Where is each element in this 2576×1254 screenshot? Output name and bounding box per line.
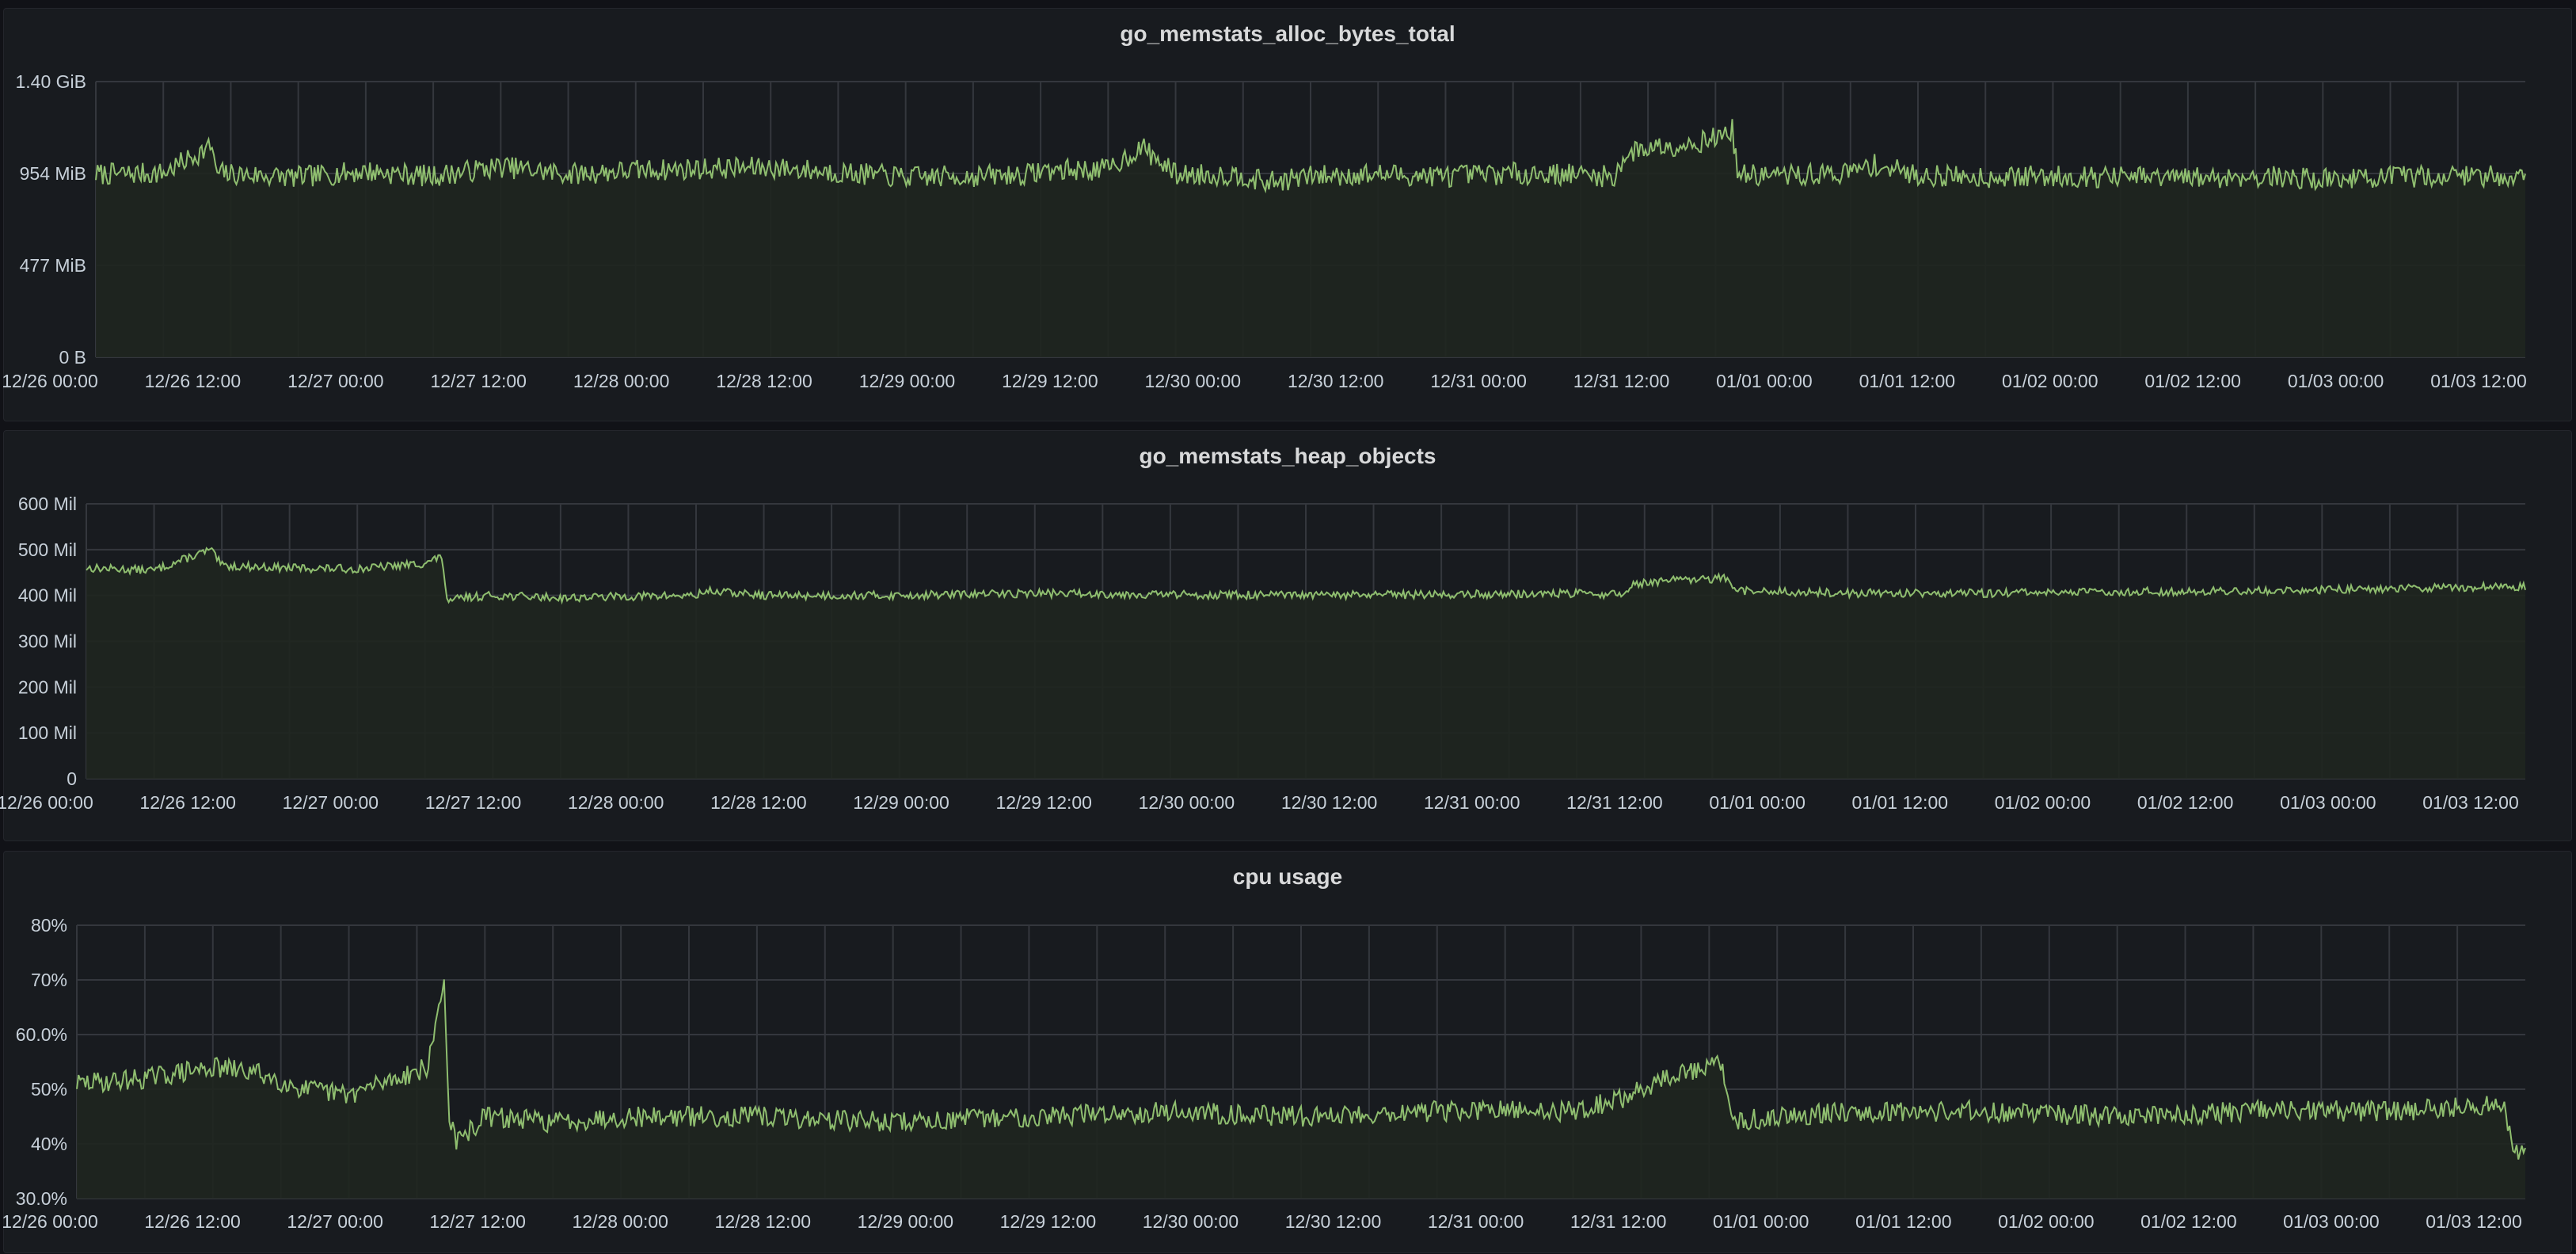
x-tick-label: 12/29 00:00 [858, 1211, 954, 1232]
x-tick-label: 12/30 00:00 [1139, 792, 1235, 813]
y-tick-label: 70% [31, 970, 67, 990]
x-tick-label: 01/03 12:00 [2422, 792, 2519, 813]
x-tick-label: 12/27 12:00 [425, 792, 522, 813]
x-tick-label: 12/30 12:00 [1285, 1211, 1382, 1232]
x-tick-label: 12/26 12:00 [144, 1211, 241, 1232]
x-tick-label: 12/26 00:00 [2, 1211, 98, 1232]
x-tick-label: 01/03 00:00 [2283, 1211, 2380, 1232]
x-tick-label: 01/01 00:00 [1716, 371, 1813, 391]
y-tick-label: 50% [31, 1079, 67, 1100]
y-tick-label: 1.40 GiB [16, 71, 87, 92]
x-tick-label: 01/02 12:00 [2137, 792, 2234, 813]
y-tick-label: 600 Mil [18, 494, 77, 514]
heap-objects-panel: go_memstats_heap_objects 0 100 Mil 200 Mil… [0, 430, 2572, 841]
x-tick-label: 12/31 00:00 [1428, 1211, 1524, 1232]
x-tick-label: 12/31 00:00 [1424, 792, 1520, 813]
x-tick-label: 12/27 00:00 [287, 1211, 383, 1232]
cpu-usage-chart: 30.0% 40% 50% 60.0% 70% 80% 12/26 00:00 12/26 1… [2, 915, 2526, 1232]
x-tick-label: 12/31 12:00 [1570, 1211, 1667, 1232]
y-tick-label: 0 [67, 768, 77, 789]
x-tick-label: 12/26 00:00 [0, 792, 93, 813]
x-tick-label: 12/27 12:00 [430, 371, 527, 391]
x-tick-label: 12/26 12:00 [139, 792, 236, 813]
x-tick-label: 01/02 00:00 [1995, 792, 2091, 813]
y-tick-label: 954 MiB [20, 163, 86, 184]
x-tick-label: 12/28 12:00 [716, 371, 812, 391]
x-tick-label: 12/28 00:00 [568, 792, 664, 813]
y-tick-label: 477 MiB [20, 255, 86, 276]
heap-objects-chart: 0 100 Mil 200 Mil 300 Mil 400 Mil 500 Mil 600 … [0, 494, 2526, 813]
x-tick-label: 12/30 00:00 [1145, 371, 1242, 391]
x-tick-label: 12/29 00:00 [859, 371, 956, 391]
y-tick-label: 100 Mil [18, 722, 77, 743]
x-tick-label: 12/28 00:00 [572, 1211, 668, 1232]
x-tick-label: 01/01 12:00 [1855, 1211, 1952, 1232]
x-tick-label: 12/27 00:00 [287, 371, 384, 391]
x-tick-label: 01/03 00:00 [2288, 371, 2384, 391]
x-tick-label: 12/31 00:00 [1430, 371, 1527, 391]
x-tick-label: 01/03 00:00 [2280, 792, 2376, 813]
y-tick-label: 200 Mil [18, 677, 77, 697]
y-tick-label: 60.0% [16, 1024, 67, 1045]
y-tick-label: 80% [31, 915, 67, 936]
x-tick-label: 01/03 12:00 [2430, 371, 2527, 391]
alloc-bytes-chart: 0 B 477 MiB 954 MiB 1.40 GiB 12/26 00:00 12/2… [2, 71, 2527, 391]
y-tick-label: 400 Mil [18, 585, 77, 606]
x-tick-label: 12/28 12:00 [715, 1211, 812, 1232]
x-tick-label: 12/30 12:00 [1281, 792, 1378, 813]
y-tick-label: 500 Mil [18, 539, 77, 560]
x-tick-label: 01/02 12:00 [2140, 1211, 2237, 1232]
y-tick-label: 300 Mil [18, 631, 77, 652]
x-tick-label: 01/01 12:00 [1859, 371, 1956, 391]
x-tick-label: 12/30 00:00 [1143, 1211, 1239, 1232]
x-tick-label: 01/01 00:00 [1709, 792, 1805, 813]
x-tick-label: 12/26 12:00 [145, 371, 242, 391]
x-tick-label: 12/28 12:00 [710, 792, 807, 813]
y-tick-label: 0 B [59, 347, 86, 368]
x-tick-label: 01/02 12:00 [2144, 371, 2241, 391]
x-tick-label: 12/29 00:00 [853, 792, 949, 813]
x-tick-label: 01/02 00:00 [1998, 1211, 2095, 1232]
x-tick-label: 12/29 12:00 [1000, 1211, 1097, 1232]
x-tick-label: 01/03 12:00 [2426, 1211, 2522, 1232]
x-tick-label: 12/26 00:00 [2, 371, 98, 391]
x-tick-label: 12/27 12:00 [429, 1211, 526, 1232]
cpu-usage-panel: cpu usage 30.0% 40% 50% 60.0% 70% 80% 12/26 00… [2, 851, 2572, 1253]
x-tick-label: 01/01 12:00 [1852, 792, 1949, 813]
x-tick-label: 12/28 00:00 [573, 371, 670, 391]
x-tick-label: 12/29 12:00 [995, 792, 1092, 813]
x-tick-label: 12/27 00:00 [283, 792, 379, 813]
x-tick-label: 12/29 12:00 [1002, 371, 1098, 391]
alloc-bytes-panel: go_memstats_alloc_bytes_total 0 B 477 MiB… [2, 8, 2572, 421]
x-tick-label: 12/31 12:00 [1573, 371, 1670, 391]
x-tick-label: 12/31 12:00 [1566, 792, 1663, 813]
x-tick-label: 01/02 00:00 [2002, 371, 2098, 391]
y-tick-label: 40% [31, 1134, 67, 1154]
x-tick-label: 01/01 00:00 [1713, 1211, 1809, 1232]
x-tick-label: 12/30 12:00 [1288, 371, 1384, 391]
y-tick-label: 30.0% [16, 1188, 67, 1209]
